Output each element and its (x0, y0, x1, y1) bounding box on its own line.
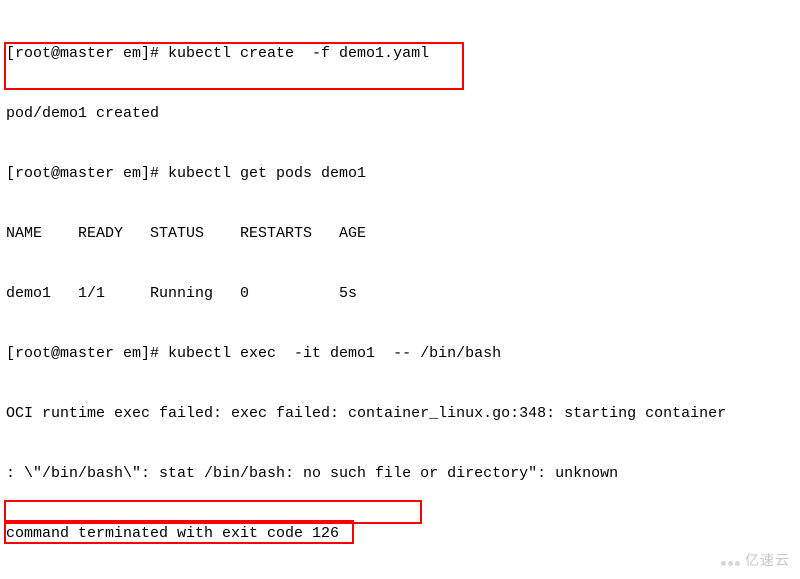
table-row: demo1 1/1 Running 0 5s (6, 284, 794, 304)
highlight-box-log-devel (4, 500, 422, 524)
output-pod-created: pod/demo1 created (6, 104, 794, 124)
cmd-kubectl-exec-bash: [root@master em]# kubectl exec -it demo1… (6, 344, 794, 364)
error-line-2: : \"/bin/bash\": stat /bin/bash: no such… (6, 464, 794, 484)
cmd-kubectl-get-pods: [root@master em]# kubectl get pods demo1 (6, 164, 794, 184)
table-header: NAME READY STATUS RESTARTS AGE (6, 224, 794, 244)
error-line-1: OCI runtime exec failed: exec failed: co… (6, 404, 794, 424)
error-exit-code: command terminated with exit code 126 (6, 524, 794, 544)
terminal-output: [root@master em]# kubectl create -f demo… (0, 0, 800, 579)
cmd-kubectl-create: [root@master em]# kubectl create -f demo… (6, 44, 794, 64)
